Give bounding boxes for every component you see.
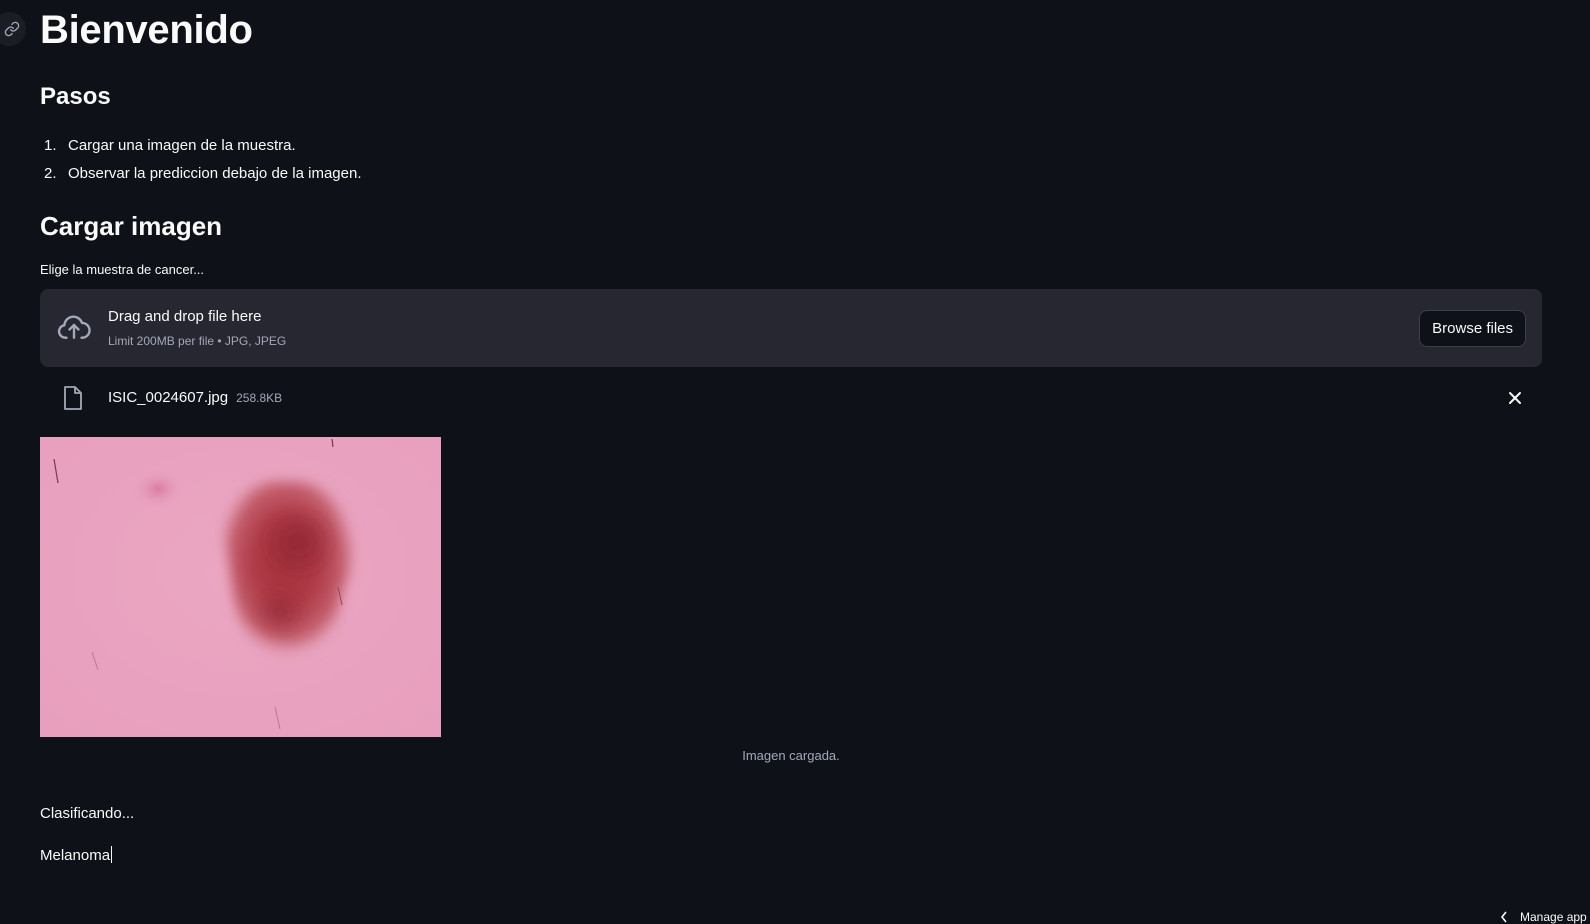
- manage-app-label: Manage app: [1520, 910, 1587, 924]
- anchor-link[interactable]: [0, 12, 26, 46]
- dropzone-primary-text: Drag and drop file here: [108, 308, 262, 325]
- image-caption: Imagen cargada.: [742, 748, 840, 763]
- file-icon: [64, 386, 82, 410]
- file-dropzone[interactable]: Drag and drop file here Limit 200MB per …: [40, 289, 1542, 367]
- dropzone-instructions: Drag and drop file here Limit 200MB per …: [108, 307, 286, 349]
- browse-files-button[interactable]: Browse files: [1419, 310, 1526, 347]
- file-uploader-label: Elige la muestra de cancer...: [40, 262, 205, 277]
- list-item: 2. Observar la prediccion debajo de la i…: [40, 160, 362, 188]
- page-title: Bienvenido: [40, 8, 253, 52]
- steps-heading: Pasos: [40, 83, 111, 110]
- uploaded-image: [40, 437, 441, 737]
- dropzone-limit-text: Limit 200MB per file • JPG, JPEG: [108, 334, 287, 348]
- list-item: 1. Cargar una imagen de la muestra.: [40, 132, 362, 160]
- prediction-label: Melanoma: [40, 847, 111, 864]
- upload-heading: Cargar imagen: [40, 211, 223, 241]
- manage-app-button[interactable]: Manage app: [1500, 910, 1590, 924]
- step-text: Observar la prediccion debajo de la imag…: [68, 165, 362, 182]
- chevron-left-icon: [1500, 911, 1507, 923]
- cloud-upload-icon: [57, 315, 91, 339]
- step-number: 1.: [44, 137, 57, 154]
- step-number: 2.: [44, 165, 57, 182]
- status-text: Clasificando...: [40, 805, 135, 822]
- step-text: Cargar una imagen de la muestra.: [68, 137, 296, 154]
- close-icon[interactable]: [1505, 388, 1525, 408]
- link-icon: [4, 21, 20, 37]
- uploaded-file-size: 258.8KB: [236, 391, 283, 405]
- prediction-text: Melanoma: [40, 846, 113, 866]
- steps-list: 1. Cargar una imagen de la muestra. 2. O…: [40, 132, 362, 188]
- text-cursor: [111, 846, 113, 863]
- uploaded-file-name: ISIC_0024607.jpg: [108, 389, 229, 406]
- uploaded-file-row: ISIC_0024607.jpg 258.8KB: [40, 382, 1542, 414]
